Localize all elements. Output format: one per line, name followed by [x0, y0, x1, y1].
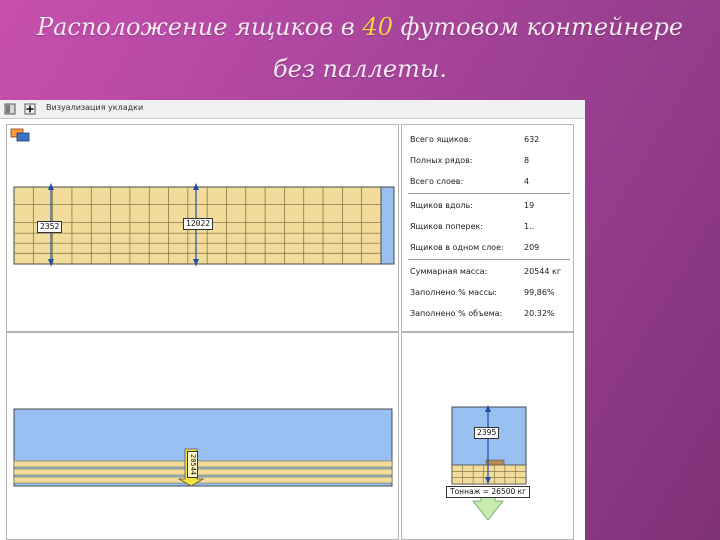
title-number: 40: [362, 13, 393, 41]
stat-row: Ящиков вдоль: 19: [408, 195, 570, 216]
stat-label: Суммарная масса:: [410, 267, 488, 276]
top-box: [485, 459, 505, 466]
stat-value: 1..: [524, 222, 535, 231]
stats-table: Всего ящиков: 632 Полных рядов: 8 Всего слое…: [408, 129, 570, 324]
end-height-label: 2395: [474, 427, 500, 439]
panel-icon[interactable]: [4, 103, 16, 115]
box-layer: [13, 468, 393, 476]
stats-pane: Всего ящиков: 632 Полных рядов: 8 Всего слое…: [401, 124, 574, 332]
stat-label: Ящиков вдоль:: [410, 201, 473, 210]
box-layers: [13, 460, 393, 484]
tonnage-label: Тоннаж = 26500 кг: [446, 486, 531, 498]
side-view-drawing: [13, 408, 393, 487]
container-free-space: [380, 186, 395, 265]
slide-title-line2: без паллеты.: [272, 55, 448, 83]
stat-value: 20544 кг: [524, 267, 562, 276]
title-prefix: Расположение ящиков в: [36, 13, 355, 41]
box-layer: [13, 460, 393, 468]
stat-label: Ящиков поперек:: [410, 222, 484, 231]
slide-title-line1: Расположение ящиков в 40 футовом контейн…: [0, 6, 720, 48]
title-suffix: футовом контейнере: [400, 13, 684, 41]
stat-label: Всего слоев:: [410, 177, 464, 186]
stat-label: Всего ящиков:: [410, 135, 472, 144]
stat-row: Всего слоев: 4: [408, 171, 570, 192]
stat-label: Заполнено % объема:: [410, 309, 503, 318]
height-label: 2352: [37, 221, 63, 233]
length-label: 12022: [183, 218, 214, 230]
stat-label: Ящиков в одном слое:: [410, 243, 504, 252]
window-title: Визуализация укладки: [46, 103, 144, 112]
stat-row: Полных рядов: 8: [408, 150, 570, 171]
stat-label: Полных рядов:: [410, 156, 473, 165]
stat-value: 8: [524, 156, 530, 165]
stats-divider: [408, 193, 570, 194]
stat-value: 99,86%: [524, 288, 555, 297]
side-view-pane: 20544: [6, 332, 399, 540]
stat-row: Ящиков поперек: 1..: [408, 216, 570, 237]
stat-row: Заполнено % объема: 20.32%: [408, 303, 570, 324]
add-icon[interactable]: [24, 103, 36, 115]
stat-value: 20.32%: [524, 309, 555, 318]
slide-title: Расположение ящиков в 40 футовом контейн…: [0, 6, 720, 90]
stat-row: Ящиков в одном слое: 209: [408, 237, 570, 258]
stat-value: 632: [524, 135, 540, 144]
stat-row: Суммарная масса: 20544 кг: [408, 261, 570, 282]
stat-value: 19: [524, 201, 535, 210]
stats-divider: [408, 259, 570, 260]
toolbar: Визуализация укладки: [0, 100, 585, 119]
box-layer: [13, 476, 393, 484]
stat-value: 4: [524, 177, 530, 186]
top-view-pane: 2352 12022: [6, 124, 399, 332]
stat-row: Заполнено % массы: 99,86%: [408, 282, 570, 303]
stat-row: Всего ящиков: 632: [408, 129, 570, 150]
weight-label: 20544: [187, 451, 198, 479]
end-view-pane: 2395 Тоннаж = 26500 кг: [401, 332, 574, 540]
stat-value: 209: [524, 243, 540, 252]
loading-app-window: Визуализация укладки 2352 12022 Всего ящ…: [0, 100, 585, 540]
stat-label: Заполнено % массы:: [410, 288, 497, 297]
